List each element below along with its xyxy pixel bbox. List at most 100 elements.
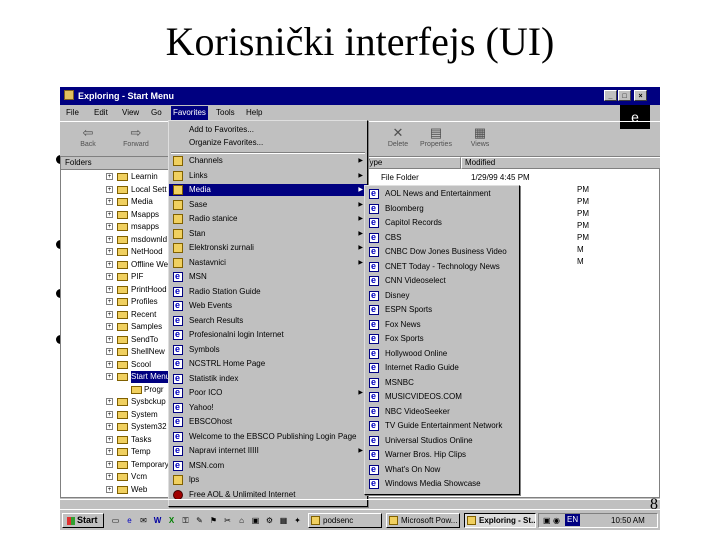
folder-tree-item[interactable]: + SendTo xyxy=(61,334,171,346)
expand-icon[interactable]: + xyxy=(106,348,113,355)
folder-tree-item[interactable]: Progr xyxy=(61,384,171,396)
favorites-menu-item[interactable]: Web Events xyxy=(169,299,367,312)
expand-icon[interactable]: + xyxy=(106,285,113,293)
media-menu-item[interactable]: CNN Videoselect xyxy=(365,274,519,287)
start-button[interactable]: Start xyxy=(62,513,104,528)
favorites-menu-item[interactable]: Yahoo! xyxy=(169,401,367,414)
organize-favorites-item[interactable]: Organize Favorites... xyxy=(169,137,367,149)
outlook-icon[interactable]: ✉ xyxy=(138,515,149,526)
folder-tree-item[interactable]: + PIF xyxy=(61,271,171,283)
media-menu-item[interactable]: NBC VideoSeeker xyxy=(365,405,519,418)
expand-icon[interactable]: + xyxy=(106,310,113,318)
media-menu-item[interactable]: AOL News and Entertainment xyxy=(365,187,519,200)
app-icon[interactable]: ▣ xyxy=(250,515,261,526)
favorites-menu-item[interactable]: Nastavnici ▶ xyxy=(169,257,367,269)
excel-icon[interactable]: X xyxy=(166,515,177,526)
column-header-modified[interactable]: Modified xyxy=(461,157,660,169)
properties-button[interactable]: ▤ Properties xyxy=(416,125,456,148)
favorites-menu-item[interactable]: Radio Station Guide xyxy=(169,285,367,298)
favorites-menu-item[interactable]: Symbols xyxy=(169,343,367,356)
media-menu-item[interactable]: Hollywood Online xyxy=(365,347,519,360)
media-menu-item[interactable]: Capitol Records xyxy=(365,216,519,229)
expand-icon[interactable]: + xyxy=(106,485,113,493)
favorites-menu-item[interactable]: Elektronski zurnali ▶ xyxy=(169,242,367,254)
tray-icon[interactable]: ▣ xyxy=(543,514,551,527)
favorites-menu-item[interactable]: Radio stanice ▶ xyxy=(169,213,367,225)
favorites-menu-item[interactable]: Channels ▶ xyxy=(169,155,367,167)
expand-icon[interactable]: + xyxy=(106,373,113,380)
expand-icon[interactable]: + xyxy=(106,248,113,255)
menu-edit[interactable]: Edit xyxy=(94,108,108,117)
folder-tree-item[interactable]: + PrintHood xyxy=(61,284,171,296)
favorites-menu-item[interactable]: Napravi internet IIIII ▶ xyxy=(169,444,367,457)
media-menu-item[interactable]: Universal Studios Online xyxy=(365,434,519,447)
favorites-menu-item[interactable]: MSN xyxy=(169,270,367,283)
views-button[interactable]: ▦ Views xyxy=(460,125,500,148)
expand-icon[interactable]: + xyxy=(106,398,113,405)
media-menu-item[interactable]: ESPN Sports xyxy=(365,303,519,316)
folder-tree-item[interactable]: + Scool xyxy=(61,359,171,371)
app-icon[interactable]: ✦ xyxy=(292,515,303,526)
favorites-menu-item[interactable]: Welcome to the EBSCO Publishing Login Pa… xyxy=(169,430,367,443)
media-menu-item[interactable]: What's On Now xyxy=(365,463,519,476)
ie-icon[interactable]: e xyxy=(124,515,135,526)
favorites-menu-item[interactable]: Links ▶ xyxy=(169,170,367,182)
column-header-type[interactable]: Type xyxy=(361,157,461,169)
favorites-menu-item[interactable]: EBSCOhost xyxy=(169,415,367,428)
menu-view[interactable]: View xyxy=(122,108,139,117)
expand-icon[interactable]: + xyxy=(106,410,113,418)
media-menu-item[interactable]: Internet Radio Guide xyxy=(365,361,519,374)
expand-icon[interactable]: + xyxy=(106,223,113,230)
media-menu-item[interactable]: CNBC Dow Jones Business Video xyxy=(365,245,519,258)
folder-tree-item[interactable]: + Samples xyxy=(61,321,171,333)
folder-tree-item[interactable]: + Offline We xyxy=(61,259,171,271)
menu-go[interactable]: Go xyxy=(151,108,162,117)
expand-icon[interactable]: + xyxy=(106,360,113,368)
folder-tree-item[interactable]: + System xyxy=(61,409,171,421)
word-icon[interactable]: W xyxy=(152,515,163,526)
folder-tree-item[interactable]: + msdownld xyxy=(61,234,171,246)
app-icon[interactable]: ✎ xyxy=(194,515,205,526)
media-menu-item[interactable]: Bloomberg xyxy=(365,202,519,215)
expand-icon[interactable]: + xyxy=(106,323,113,330)
folder-tree-item[interactable]: + Recent xyxy=(61,309,171,321)
access-icon[interactable]: ⚿ xyxy=(180,515,191,526)
expand-icon[interactable]: + xyxy=(106,435,113,443)
expand-icon[interactable]: + xyxy=(106,473,113,480)
media-menu-item[interactable]: Windows Media Showcase xyxy=(365,477,519,490)
expand-icon[interactable]: + xyxy=(106,273,113,280)
back-button[interactable]: ⇦ Back xyxy=(68,125,108,148)
language-indicator[interactable]: EN xyxy=(565,514,581,526)
expand-icon[interactable]: + xyxy=(106,235,113,243)
menu-tools[interactable]: Tools xyxy=(216,108,235,117)
favorites-menu-item[interactable]: Search Results xyxy=(169,314,367,327)
task-button-powerpoint[interactable]: Microsoft Pow... xyxy=(386,513,460,528)
favorites-menu-item[interactable]: Sase ▶ xyxy=(169,199,367,211)
maximize-button[interactable]: □ xyxy=(618,90,631,101)
forward-button[interactable]: ⇨ Forward xyxy=(116,125,156,148)
favorites-menu-item[interactable]: Media ▶ xyxy=(169,184,367,196)
app-icon[interactable]: ⚙ xyxy=(264,515,275,526)
app-icon[interactable]: ✂ xyxy=(222,515,233,526)
media-menu-item[interactable]: Warner Bros. Hip Clips xyxy=(365,448,519,461)
folder-tree-item[interactable]: + Temp xyxy=(61,446,171,458)
media-menu-item[interactable]: CBS xyxy=(365,231,519,244)
expand-icon[interactable]: + xyxy=(106,460,113,468)
favorites-menu-item[interactable]: Poor ICO ▶ xyxy=(169,386,367,399)
expand-icon[interactable]: + xyxy=(106,173,113,180)
folder-tree-item[interactable]: + msapps xyxy=(61,221,171,233)
favorites-menu-item[interactable]: Stan ▶ xyxy=(169,228,367,240)
expand-icon[interactable]: + xyxy=(106,423,113,430)
app-icon[interactable]: ⌂ xyxy=(236,515,247,526)
media-menu-item[interactable]: TV Guide Entertainment Network xyxy=(365,419,519,432)
menu-file[interactable]: File xyxy=(66,108,79,117)
expand-icon[interactable]: + xyxy=(106,260,113,268)
folder-tree-item[interactable]: + NetHood xyxy=(61,246,171,258)
media-menu-item[interactable]: Fox Sports xyxy=(365,332,519,345)
add-to-favorites-item[interactable]: Add to Favorites... xyxy=(169,124,367,136)
minimize-button[interactable]: _ xyxy=(604,90,617,101)
folder-tree-item[interactable]: + Media xyxy=(61,196,171,208)
menu-help[interactable]: Help xyxy=(246,108,262,117)
favorites-menu-item[interactable]: lps xyxy=(169,474,367,486)
media-menu-item[interactable]: MSNBC xyxy=(365,376,519,389)
